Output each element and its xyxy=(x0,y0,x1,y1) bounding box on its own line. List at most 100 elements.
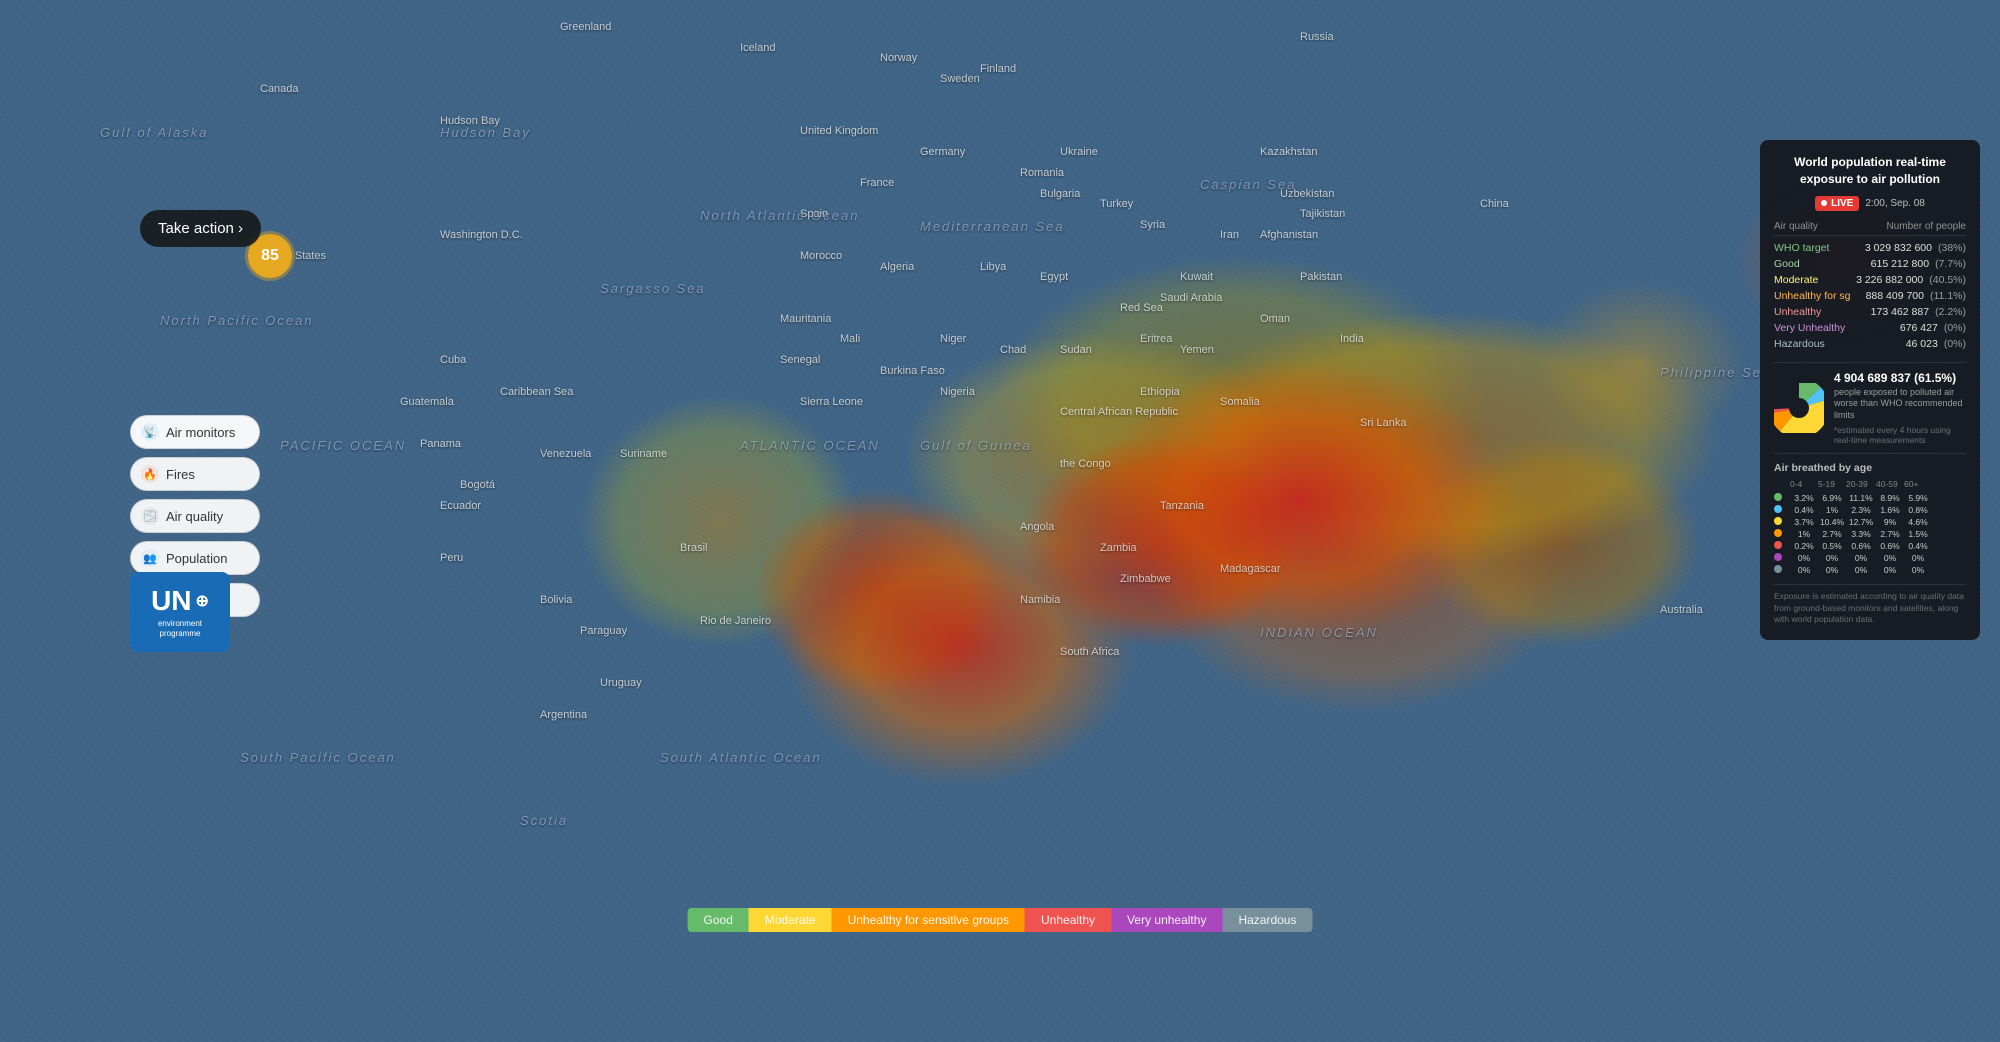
legend-item-very-unhealthy: Very unhealthy xyxy=(1111,908,1222,932)
age-cell: 0% xyxy=(1846,553,1876,563)
aq-label: WHO target xyxy=(1774,242,1829,254)
aq-col-value: Number of people xyxy=(1887,221,1967,232)
unep-logo[interactable]: UN ⊕ environmentprogramme xyxy=(130,572,230,652)
age-cell: 11.1% xyxy=(1846,493,1876,503)
age-cell: 2.3% xyxy=(1846,505,1876,515)
take-action-button[interactable]: Take action › xyxy=(140,210,261,247)
age-cell: 2.7% xyxy=(1818,529,1846,539)
aq-rows: WHO target 3 029 832 600(38%) Good 615 2… xyxy=(1774,240,1966,352)
age-data-row: 0.2%0.5%0.6%0.6%0.4% xyxy=(1774,540,1966,552)
aq-value: 173 462 887(2.2%) xyxy=(1871,306,1966,318)
age-cell: 9% xyxy=(1876,517,1904,527)
aq-value: 676 427(0%) xyxy=(1900,322,1966,334)
pie-total: 4 904 689 837 (61.5%) xyxy=(1834,371,1966,385)
age-data-row: 1%2.7%3.3%2.7%1.5% xyxy=(1774,528,1966,540)
aq-row-moderate: Moderate 3 226 882 000(40.5%) xyxy=(1774,272,1966,288)
aq-row-who: WHO target 3 029 832 600(38%) xyxy=(1774,240,1966,256)
age-title: Air breathed by age xyxy=(1774,462,1966,474)
aq-pct: (40.5%) xyxy=(1929,274,1966,286)
aqi-value: 85 xyxy=(261,247,279,265)
aq-pct: (11.1%) xyxy=(1930,290,1966,302)
age-cell: 8.9% xyxy=(1876,493,1904,503)
pie-text: 4 904 689 837 (61.5%) people exposed to … xyxy=(1834,371,1966,445)
age-cell: 0.6% xyxy=(1846,541,1876,551)
aq-table-header: Air quality Number of people xyxy=(1774,221,1966,236)
control-btn-population[interactable]: 👥 Population xyxy=(130,541,260,575)
control-btn-air-monitors[interactable]: 📡 Air monitors xyxy=(130,415,260,449)
aq-row-very-unhealthy: Very Unhealthy 676 427(0%) xyxy=(1774,320,1966,336)
legend-bar: GoodModerateUnhealthy for sensitive grou… xyxy=(688,908,1313,932)
aq-value: 888 409 700(11.1%) xyxy=(1866,290,1966,302)
age-cell: 0% xyxy=(1818,553,1846,563)
aq-label: Very Unhealthy xyxy=(1774,322,1845,334)
legend-item-good: Good xyxy=(688,908,749,932)
age-cell: 0.4% xyxy=(1904,541,1932,551)
unep-main-text: UN ⊕ xyxy=(151,585,209,617)
age-cell: 6.9% xyxy=(1818,493,1846,503)
aq-label: Hazardous xyxy=(1774,338,1825,350)
age-cell: 3.7% xyxy=(1790,517,1818,527)
control-btn-fires[interactable]: 🔥 Fires xyxy=(130,457,260,491)
aq-label: Good xyxy=(1774,258,1800,270)
aq-label: Moderate xyxy=(1774,274,1818,286)
air-quality-label: Air quality xyxy=(166,509,223,524)
age-cell: 0.4% xyxy=(1790,505,1818,515)
age-data-row: 0.4%1%2.3%1.6%0.8% xyxy=(1774,504,1966,516)
control-btn-air-quality[interactable]: 🌫 Air quality xyxy=(130,499,260,533)
age-cell: 2.7% xyxy=(1876,529,1904,539)
age-dot-cell xyxy=(1774,517,1790,527)
aq-pct: (0%) xyxy=(1944,322,1966,334)
aq-pct: (38%) xyxy=(1938,242,1966,254)
age-cell: 0% xyxy=(1818,565,1846,575)
footnote: Exposure is estimated according to air q… xyxy=(1774,584,1966,627)
pie-chart xyxy=(1774,383,1824,433)
aq-col-label: Air quality xyxy=(1774,221,1818,232)
legend-item-moderate: Moderate xyxy=(749,908,832,932)
map-background: CanadaUnited StatesHudson BayIcelandGree… xyxy=(0,0,2000,1042)
aq-row-sensitive: Unhealthy for sg 888 409 700(11.1%) xyxy=(1774,288,1966,304)
live-row: LIVE 2:00, Sep. 08 xyxy=(1774,196,1966,211)
aq-row-good: Good 615 212 800(7.7%) xyxy=(1774,256,1966,272)
pie-desc: people exposed to polluted air worse tha… xyxy=(1834,387,1966,422)
aq-label: Unhealthy for sg xyxy=(1774,290,1850,302)
age-cell: 3.3% xyxy=(1846,529,1876,539)
age-cell: 1% xyxy=(1818,505,1846,515)
age-cell: 0% xyxy=(1904,553,1932,563)
age-cell: 0% xyxy=(1790,565,1818,575)
age-dot-cell xyxy=(1774,565,1790,575)
aq-value: 3 029 832 600(38%) xyxy=(1865,242,1966,254)
age-cell: 0% xyxy=(1876,565,1904,575)
aq-row-unhealthy: Unhealthy 173 462 887(2.2%) xyxy=(1774,304,1966,320)
live-badge: LIVE xyxy=(1815,196,1859,211)
panel-title: World population real-time exposure to a… xyxy=(1774,154,1966,188)
air-monitors-label: Air monitors xyxy=(166,425,235,440)
air-monitors-icon: 📡 xyxy=(141,423,159,441)
age-cell: 12.7% xyxy=(1846,517,1876,527)
age-data-row: 3.7%10.4%12.7%9%4.6% xyxy=(1774,516,1966,528)
age-data-row: 3.2%6.9%11.1%8.9%5.9% xyxy=(1774,492,1966,504)
live-time: 2:00, Sep. 08 xyxy=(1865,198,1925,209)
age-dot-cell xyxy=(1774,493,1790,503)
live-dot xyxy=(1821,200,1827,206)
age-dot-cell xyxy=(1774,505,1790,515)
age-cell: 0% xyxy=(1904,565,1932,575)
age-section: Air breathed by age 0-45-1920-3940-5960+… xyxy=(1774,462,1966,576)
age-cell: 1.5% xyxy=(1904,529,1932,539)
aq-row-hazardous: Hazardous 46 023(0%) xyxy=(1774,336,1966,352)
pie-section: 4 904 689 837 (61.5%) people exposed to … xyxy=(1774,362,1966,454)
aq-pct: (2.2%) xyxy=(1935,306,1966,318)
age-cell: 4.6% xyxy=(1904,517,1932,527)
age-header-row: 0-45-1920-3940-5960+ xyxy=(1774,479,1966,489)
population-icon: 👥 xyxy=(141,549,159,567)
age-dot-cell xyxy=(1774,529,1790,539)
aq-value: 3 226 882 000(40.5%) xyxy=(1856,274,1966,286)
right-panel: World population real-time exposure to a… xyxy=(1760,140,1980,640)
age-cell: 0% xyxy=(1846,565,1876,575)
age-cell: 1% xyxy=(1790,529,1818,539)
age-cell: 0% xyxy=(1790,553,1818,563)
legend-item-unhealthy: Unhealthy xyxy=(1025,908,1111,932)
age-cell: 0.6% xyxy=(1876,541,1904,551)
age-cell: 0.8% xyxy=(1904,505,1932,515)
age-cell: 3.2% xyxy=(1790,493,1818,503)
legend-item-unhealthy-for-sensitive-groups: Unhealthy for sensitive groups xyxy=(832,908,1025,932)
